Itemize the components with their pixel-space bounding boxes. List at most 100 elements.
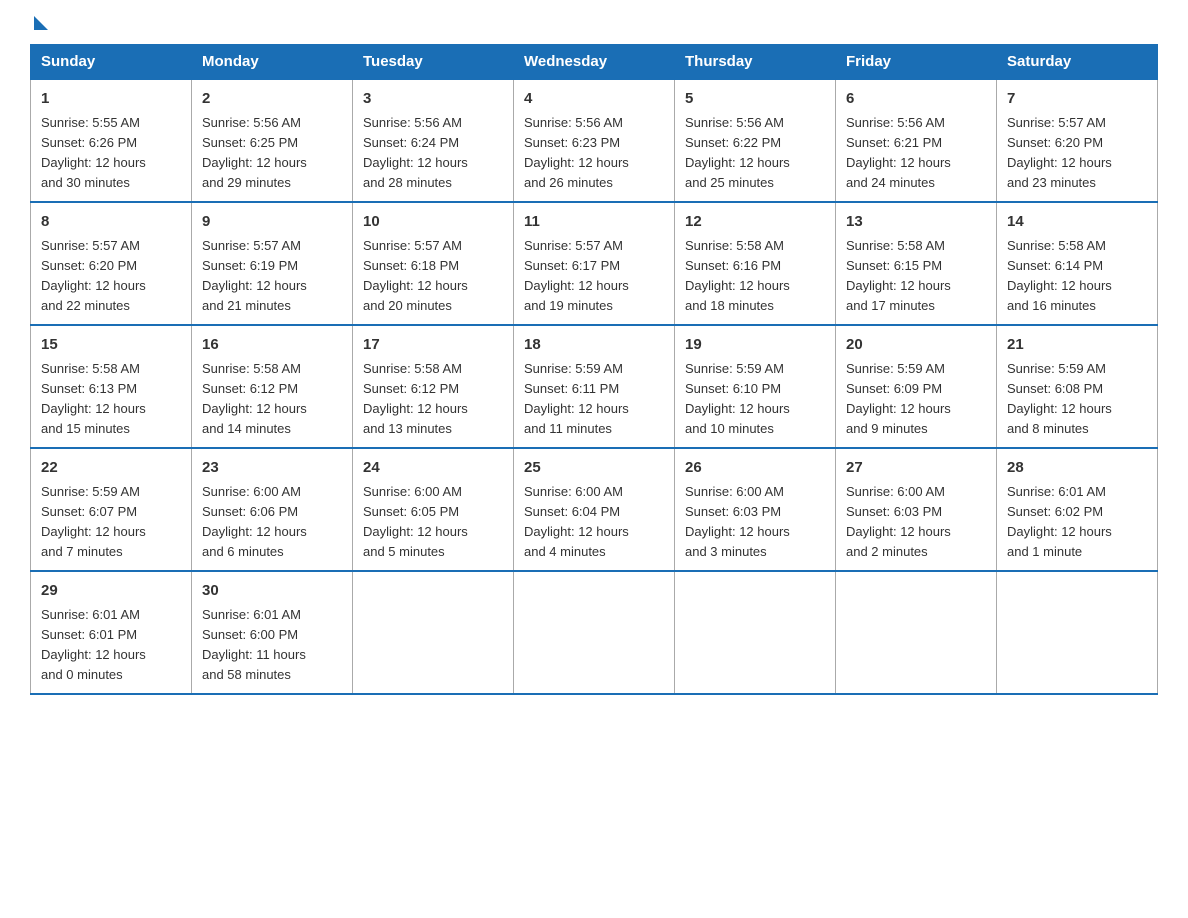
calendar-day-cell: 1 Sunrise: 5:55 AMSunset: 6:26 PMDayligh…	[31, 79, 192, 202]
day-number: 30	[202, 580, 342, 603]
day-info: Sunrise: 6:00 AMSunset: 6:03 PMDaylight:…	[846, 484, 951, 559]
day-info: Sunrise: 5:56 AMSunset: 6:22 PMDaylight:…	[685, 115, 790, 190]
day-number: 7	[1007, 88, 1147, 111]
calendar-week-row: 29 Sunrise: 6:01 AMSunset: 6:01 PMDaylig…	[31, 571, 1158, 694]
calendar-day-cell	[353, 571, 514, 694]
day-info: Sunrise: 5:59 AMSunset: 6:07 PMDaylight:…	[41, 484, 146, 559]
calendar-header-row: SundayMondayTuesdayWednesdayThursdayFrid…	[31, 45, 1158, 80]
calendar-day-cell: 28 Sunrise: 6:01 AMSunset: 6:02 PMDaylig…	[997, 448, 1158, 571]
day-number: 9	[202, 211, 342, 234]
day-info: Sunrise: 5:58 AMSunset: 6:12 PMDaylight:…	[363, 361, 468, 436]
day-info: Sunrise: 5:57 AMSunset: 6:20 PMDaylight:…	[1007, 115, 1112, 190]
day-number: 13	[846, 211, 986, 234]
day-info: Sunrise: 5:56 AMSunset: 6:21 PMDaylight:…	[846, 115, 951, 190]
day-number: 28	[1007, 457, 1147, 480]
day-info: Sunrise: 5:59 AMSunset: 6:10 PMDaylight:…	[685, 361, 790, 436]
logo	[30, 20, 48, 24]
day-info: Sunrise: 6:00 AMSunset: 6:06 PMDaylight:…	[202, 484, 307, 559]
day-number: 29	[41, 580, 181, 603]
day-header-thursday: Thursday	[675, 45, 836, 80]
day-header-tuesday: Tuesday	[353, 45, 514, 80]
day-info: Sunrise: 5:57 AMSunset: 6:20 PMDaylight:…	[41, 238, 146, 313]
calendar-day-cell: 21 Sunrise: 5:59 AMSunset: 6:08 PMDaylig…	[997, 325, 1158, 448]
calendar-day-cell: 17 Sunrise: 5:58 AMSunset: 6:12 PMDaylig…	[353, 325, 514, 448]
day-number: 27	[846, 457, 986, 480]
day-number: 12	[685, 211, 825, 234]
day-info: Sunrise: 6:01 AMSunset: 6:01 PMDaylight:…	[41, 607, 146, 682]
calendar-day-cell: 6 Sunrise: 5:56 AMSunset: 6:21 PMDayligh…	[836, 79, 997, 202]
day-info: Sunrise: 5:58 AMSunset: 6:13 PMDaylight:…	[41, 361, 146, 436]
calendar-day-cell	[514, 571, 675, 694]
logo-top	[30, 20, 48, 30]
day-info: Sunrise: 5:59 AMSunset: 6:09 PMDaylight:…	[846, 361, 951, 436]
day-number: 15	[41, 334, 181, 357]
calendar-day-cell: 5 Sunrise: 5:56 AMSunset: 6:22 PMDayligh…	[675, 79, 836, 202]
day-header-sunday: Sunday	[31, 45, 192, 80]
day-info: Sunrise: 6:01 AMSunset: 6:02 PMDaylight:…	[1007, 484, 1112, 559]
calendar-day-cell: 14 Sunrise: 5:58 AMSunset: 6:14 PMDaylig…	[997, 202, 1158, 325]
day-info: Sunrise: 5:57 AMSunset: 6:19 PMDaylight:…	[202, 238, 307, 313]
calendar-day-cell: 20 Sunrise: 5:59 AMSunset: 6:09 PMDaylig…	[836, 325, 997, 448]
logo-arrow-icon	[34, 16, 48, 30]
calendar-day-cell: 12 Sunrise: 5:58 AMSunset: 6:16 PMDaylig…	[675, 202, 836, 325]
day-info: Sunrise: 6:00 AMSunset: 6:04 PMDaylight:…	[524, 484, 629, 559]
calendar-day-cell: 30 Sunrise: 6:01 AMSunset: 6:00 PMDaylig…	[192, 571, 353, 694]
calendar-day-cell: 9 Sunrise: 5:57 AMSunset: 6:19 PMDayligh…	[192, 202, 353, 325]
calendar-day-cell: 24 Sunrise: 6:00 AMSunset: 6:05 PMDaylig…	[353, 448, 514, 571]
day-info: Sunrise: 5:59 AMSunset: 6:08 PMDaylight:…	[1007, 361, 1112, 436]
day-header-saturday: Saturday	[997, 45, 1158, 80]
calendar-day-cell	[836, 571, 997, 694]
day-info: Sunrise: 5:57 AMSunset: 6:18 PMDaylight:…	[363, 238, 468, 313]
calendar-day-cell: 16 Sunrise: 5:58 AMSunset: 6:12 PMDaylig…	[192, 325, 353, 448]
day-number: 3	[363, 88, 503, 111]
calendar-day-cell: 11 Sunrise: 5:57 AMSunset: 6:17 PMDaylig…	[514, 202, 675, 325]
day-info: Sunrise: 5:56 AMSunset: 6:23 PMDaylight:…	[524, 115, 629, 190]
day-number: 14	[1007, 211, 1147, 234]
calendar-day-cell: 3 Sunrise: 5:56 AMSunset: 6:24 PMDayligh…	[353, 79, 514, 202]
calendar-day-cell: 8 Sunrise: 5:57 AMSunset: 6:20 PMDayligh…	[31, 202, 192, 325]
day-number: 2	[202, 88, 342, 111]
day-info: Sunrise: 5:57 AMSunset: 6:17 PMDaylight:…	[524, 238, 629, 313]
calendar-day-cell: 13 Sunrise: 5:58 AMSunset: 6:15 PMDaylig…	[836, 202, 997, 325]
calendar-day-cell: 10 Sunrise: 5:57 AMSunset: 6:18 PMDaylig…	[353, 202, 514, 325]
calendar-day-cell: 7 Sunrise: 5:57 AMSunset: 6:20 PMDayligh…	[997, 79, 1158, 202]
calendar-week-row: 8 Sunrise: 5:57 AMSunset: 6:20 PMDayligh…	[31, 202, 1158, 325]
day-number: 18	[524, 334, 664, 357]
day-number: 6	[846, 88, 986, 111]
day-number: 5	[685, 88, 825, 111]
calendar-day-cell: 25 Sunrise: 6:00 AMSunset: 6:04 PMDaylig…	[514, 448, 675, 571]
calendar-day-cell: 15 Sunrise: 5:58 AMSunset: 6:13 PMDaylig…	[31, 325, 192, 448]
day-number: 22	[41, 457, 181, 480]
day-info: Sunrise: 5:58 AMSunset: 6:12 PMDaylight:…	[202, 361, 307, 436]
day-number: 8	[41, 211, 181, 234]
calendar-table: SundayMondayTuesdayWednesdayThursdayFrid…	[30, 44, 1158, 695]
calendar-day-cell: 23 Sunrise: 6:00 AMSunset: 6:06 PMDaylig…	[192, 448, 353, 571]
day-info: Sunrise: 6:00 AMSunset: 6:03 PMDaylight:…	[685, 484, 790, 559]
day-info: Sunrise: 5:58 AMSunset: 6:15 PMDaylight:…	[846, 238, 951, 313]
day-info: Sunrise: 6:01 AMSunset: 6:00 PMDaylight:…	[202, 607, 306, 682]
calendar-day-cell: 27 Sunrise: 6:00 AMSunset: 6:03 PMDaylig…	[836, 448, 997, 571]
day-number: 16	[202, 334, 342, 357]
day-number: 21	[1007, 334, 1147, 357]
day-number: 19	[685, 334, 825, 357]
day-header-wednesday: Wednesday	[514, 45, 675, 80]
day-info: Sunrise: 5:59 AMSunset: 6:11 PMDaylight:…	[524, 361, 629, 436]
calendar-day-cell: 22 Sunrise: 5:59 AMSunset: 6:07 PMDaylig…	[31, 448, 192, 571]
calendar-day-cell: 19 Sunrise: 5:59 AMSunset: 6:10 PMDaylig…	[675, 325, 836, 448]
day-header-monday: Monday	[192, 45, 353, 80]
calendar-day-cell: 4 Sunrise: 5:56 AMSunset: 6:23 PMDayligh…	[514, 79, 675, 202]
day-info: Sunrise: 6:00 AMSunset: 6:05 PMDaylight:…	[363, 484, 468, 559]
calendar-day-cell: 26 Sunrise: 6:00 AMSunset: 6:03 PMDaylig…	[675, 448, 836, 571]
day-number: 11	[524, 211, 664, 234]
day-number: 23	[202, 457, 342, 480]
day-number: 10	[363, 211, 503, 234]
day-info: Sunrise: 5:56 AMSunset: 6:25 PMDaylight:…	[202, 115, 307, 190]
calendar-week-row: 22 Sunrise: 5:59 AMSunset: 6:07 PMDaylig…	[31, 448, 1158, 571]
day-number: 17	[363, 334, 503, 357]
day-number: 25	[524, 457, 664, 480]
day-number: 20	[846, 334, 986, 357]
day-info: Sunrise: 5:56 AMSunset: 6:24 PMDaylight:…	[363, 115, 468, 190]
day-number: 24	[363, 457, 503, 480]
day-number: 26	[685, 457, 825, 480]
calendar-day-cell	[675, 571, 836, 694]
